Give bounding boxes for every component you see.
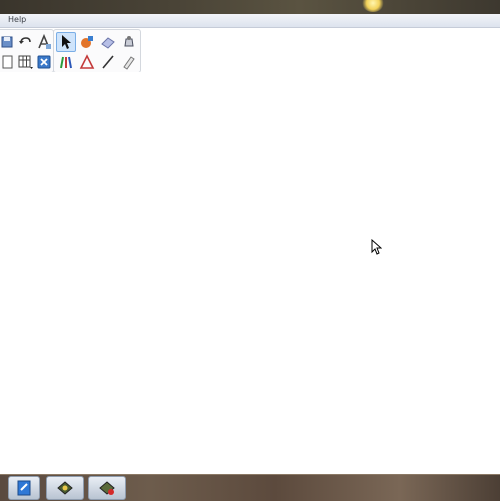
app-icon — [57, 481, 73, 495]
mouse-cursor-icon — [371, 239, 382, 255]
taskbar-button-whiteboard[interactable] — [88, 476, 126, 500]
close-icon[interactable] — [34, 52, 54, 72]
file-tool-group — [0, 29, 54, 73]
highlighter-icon[interactable] — [119, 52, 139, 72]
line-icon[interactable] — [98, 52, 118, 72]
light-glow — [362, 0, 384, 12]
taskbar-button-app[interactable] — [46, 476, 84, 500]
drawing-tool-group — [53, 29, 141, 73]
whiteboard-app-icon — [99, 481, 115, 495]
undo-icon[interactable] — [15, 32, 35, 52]
font-icon[interactable] — [34, 32, 54, 52]
toolbar — [0, 28, 500, 73]
taskbar-button-notepad[interactable] — [8, 476, 40, 500]
table-icon[interactable] — [15, 52, 35, 72]
taskbar — [0, 474, 500, 501]
fill-icon[interactable] — [77, 32, 97, 52]
select-arrow-icon[interactable] — [56, 32, 76, 52]
paint-bucket-icon[interactable] — [119, 32, 139, 52]
shape-icon[interactable] — [77, 52, 97, 72]
pens-icon[interactable] — [56, 52, 76, 72]
menu-help[interactable]: Help — [8, 15, 26, 24]
menu-bar: Help — [0, 14, 500, 28]
drawing-canvas[interactable] — [0, 72, 500, 474]
notepad-icon — [17, 480, 31, 496]
eraser-icon[interactable] — [98, 32, 118, 52]
desktop-background-strip — [0, 0, 500, 14]
